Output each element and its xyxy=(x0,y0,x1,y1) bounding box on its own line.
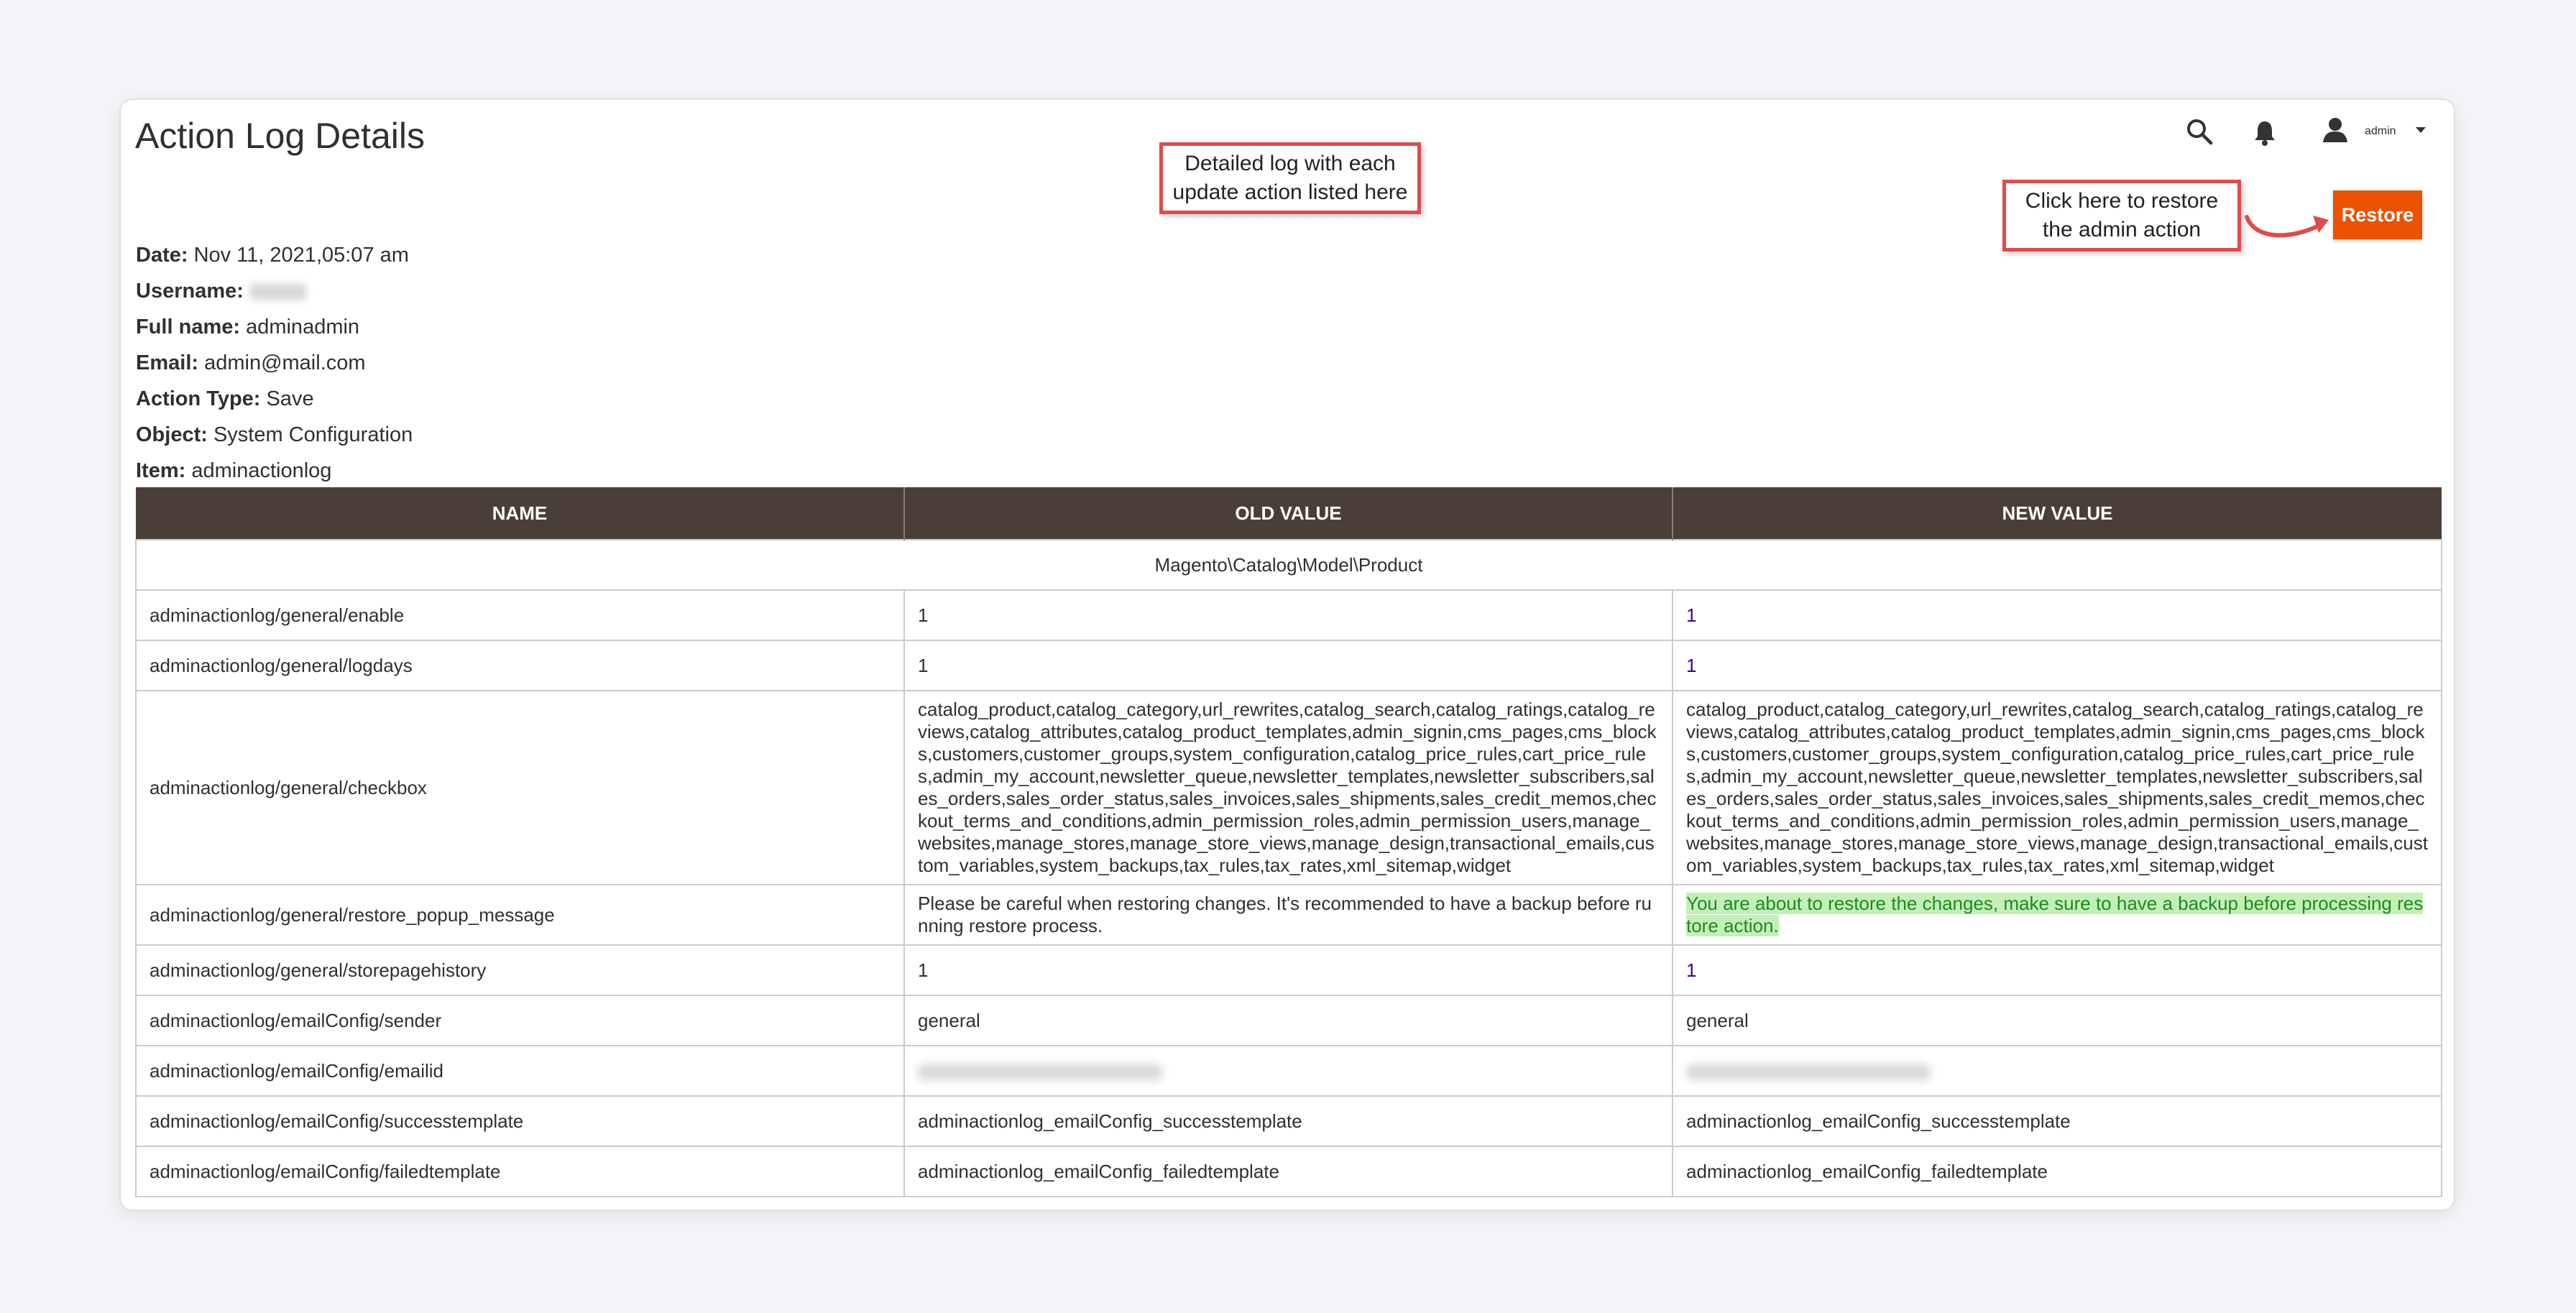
email-redacted xyxy=(1686,1064,1931,1080)
arrow-icon xyxy=(2245,215,2329,238)
table-row: adminactionlog/emailConfig/sender genera… xyxy=(135,995,2442,1046)
table-row: adminactionlog/emailConfig/failedtemplat… xyxy=(135,1146,2442,1197)
table-row: adminactionlog/general/checkbox catalog_… xyxy=(135,690,2442,885)
cell-old-value: catalog_product,catalog_category,url_rew… xyxy=(903,690,1673,885)
fullname-label: Full name: xyxy=(136,315,241,338)
column-header-name: NAME xyxy=(136,487,905,540)
cell-new-value: catalog_product,catalog_category,url_rew… xyxy=(1672,690,2442,885)
email-label: Email: xyxy=(136,351,199,374)
action-type-value: Save xyxy=(266,387,314,410)
cell-name: adminactionlog/emailConfig/successtempla… xyxy=(135,1095,905,1147)
column-header-old-value: OLD VALUE xyxy=(904,487,1673,540)
restore-callout: Click here to restore the admin action xyxy=(2002,180,2241,252)
cell-name: adminactionlog/general/logdays xyxy=(135,640,905,691)
username-row: Username: xyxy=(136,273,413,309)
cell-name: adminactionlog/general/restore_popup_mes… xyxy=(135,884,905,946)
cell-name: adminactionlog/general/storepagehistory xyxy=(135,944,905,996)
admin-username: admin xyxy=(2365,125,2396,137)
cell-new-value: 1 xyxy=(1672,944,2442,996)
object-label: Object: xyxy=(136,423,208,446)
admin-account-menu[interactable]: admin xyxy=(2322,115,2426,148)
cell-new-value: adminactionlog_emailConfig_failedtemplat… xyxy=(1672,1146,2442,1197)
date-row: Date: Nov 11, 2021,05:07 am xyxy=(136,237,413,273)
table-header-row: NAME OLD VALUE NEW VALUE xyxy=(136,487,2442,540)
bell-icon[interactable] xyxy=(2253,119,2277,150)
email-redacted xyxy=(918,1064,1162,1080)
restore-button[interactable]: Restore xyxy=(2333,190,2422,239)
cell-new-value: general xyxy=(1672,995,2442,1046)
cell-new-value: adminactionlog_emailConfig_successtempla… xyxy=(1672,1095,2442,1147)
fullname-row: Full name: adminadmin xyxy=(136,309,413,345)
table-row: adminactionlog/general/restore_popup_mes… xyxy=(135,884,2442,946)
date-value: Nov 11, 2021,05:07 am xyxy=(193,244,409,267)
date-label: Date: xyxy=(136,244,188,267)
section-title: Magento\Catalog\Model\Product xyxy=(135,539,2442,591)
highlighted-new-value: You are about to restore the changes, ma… xyxy=(1686,893,2424,936)
log-callout: Detailed log with each update action lis… xyxy=(1159,142,1421,214)
email-row: Email: admin@mail.com xyxy=(136,345,413,381)
object-value: System Configuration xyxy=(213,423,413,446)
log-details: Date: Nov 11, 2021,05:07 am Username: Fu… xyxy=(136,237,413,489)
action-type-label: Action Type: xyxy=(136,387,261,410)
item-label: Item: xyxy=(136,459,186,482)
object-row: Object: System Configuration xyxy=(136,417,413,453)
cell-old-value: 1 xyxy=(903,640,1673,691)
cell-new-value: 1 xyxy=(1672,589,2442,641)
search-icon[interactable] xyxy=(2185,117,2214,149)
cell-name: adminactionlog/general/checkbox xyxy=(135,690,905,885)
table-row: adminactionlog/emailConfig/successtempla… xyxy=(135,1095,2442,1147)
cell-new-value xyxy=(1672,1045,2442,1097)
cell-old-value: adminactionlog_emailConfig_failedtemplat… xyxy=(903,1146,1673,1197)
item-row: Item: adminactionlog xyxy=(136,453,413,489)
cell-name: adminactionlog/general/enable xyxy=(135,589,905,641)
email-value: admin@mail.com xyxy=(204,351,366,374)
table-row: adminactionlog/emailConfig/emailid xyxy=(135,1045,2442,1097)
page-title: Action Log Details xyxy=(135,116,426,156)
table-row: adminactionlog/general/storepagehistory … xyxy=(135,944,2442,996)
table-row: adminactionlog/general/enable 1 1 xyxy=(135,589,2442,641)
cell-new-value: 1 xyxy=(1672,640,2442,691)
cell-old-value: 1 xyxy=(903,589,1673,641)
column-header-new-value: NEW VALUE xyxy=(1673,487,2442,540)
item-value: adminactionlog xyxy=(191,459,332,482)
section-row: Magento\Catalog\Model\Product xyxy=(135,539,2442,591)
chevron-down-icon xyxy=(2415,125,2426,138)
cell-new-value: You are about to restore the changes, ma… xyxy=(1672,884,2442,946)
cell-old-value xyxy=(903,1045,1673,1097)
cell-name: adminactionlog/emailConfig/sender xyxy=(135,995,905,1046)
cell-name: adminactionlog/emailConfig/failedtemplat… xyxy=(135,1146,905,1197)
cell-name: adminactionlog/emailConfig/emailid xyxy=(135,1045,905,1097)
action-log-table: NAME OLD VALUE NEW VALUE Magento\Catalog… xyxy=(135,487,2442,1197)
cell-old-value: Please be careful when restoring changes… xyxy=(903,884,1673,946)
table-row: adminactionlog/general/logdays 1 1 xyxy=(135,640,2442,691)
cell-old-value: general xyxy=(903,995,1673,1046)
fullname-value: adminadmin xyxy=(246,315,360,338)
cell-old-value: 1 xyxy=(903,944,1673,996)
username-label: Username: xyxy=(136,280,244,303)
username-value-redacted xyxy=(249,283,307,301)
action-type-row: Action Type: Save xyxy=(136,381,413,417)
cell-old-value: adminactionlog_emailConfig_successtempla… xyxy=(903,1095,1673,1147)
user-icon xyxy=(2322,116,2349,147)
